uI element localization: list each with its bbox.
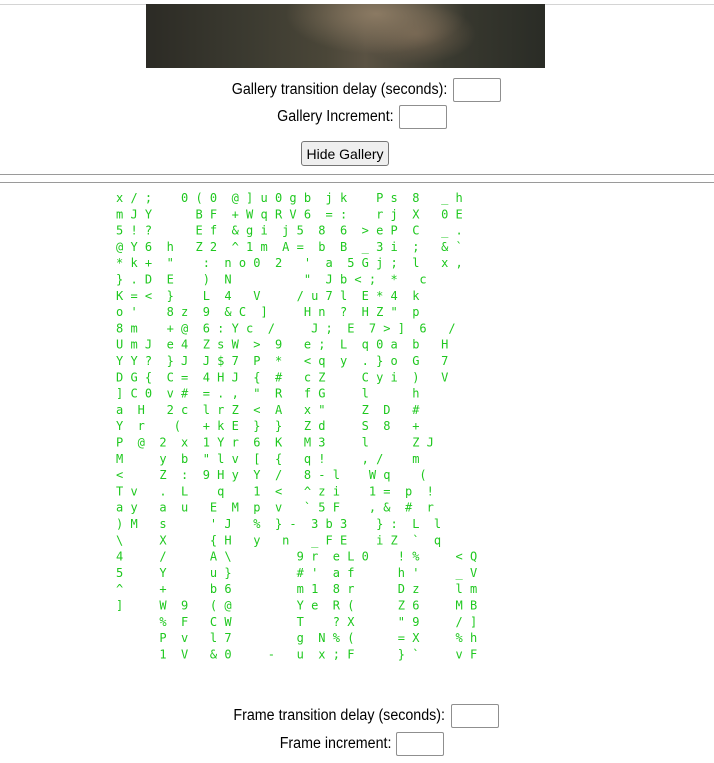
frame-increment-label: Frame increment:: [279, 735, 392, 752]
matrix-rain-line: 5 ! ? E f & g i j 5 8 6 > e P C _ .: [116, 224, 463, 238]
matrix-rain-line: U m J e 4 Z s W > 9 e ; L q 0 a b H: [116, 338, 448, 352]
matrix-rain-line: M y b " l v [ { q ! , / m: [116, 452, 419, 466]
matrix-rain-line: a H 2 c l r Z < A x " Z D #: [116, 403, 420, 417]
matrix-rain-line: % F C W T ? X " 9 / ]: [116, 615, 477, 629]
gallery-increment-row: Gallery Increment:: [0, 104, 714, 130]
matrix-rain-line: 8 m + @ 6 : Y c / J ; E 7 > ] 6 /: [116, 321, 456, 335]
matrix-rain-line: ^ + b 6 m 1 8 r D z l m: [116, 582, 477, 596]
matrix-rain-line: P v l 7 g N % ( = X % h: [116, 631, 477, 645]
gallery-increment-label: Gallery Increment:: [277, 108, 394, 125]
matrix-rain-line: } . D E ) N " J b < ; * c: [116, 273, 427, 287]
matrix-rain-line: Y r ( + k E } } Z d S 8 +: [116, 419, 419, 433]
gallery-delay-input[interactable]: [452, 78, 501, 102]
gallery-divider-top: [0, 174, 714, 175]
matrix-rain-line: P @ 2 x 1 Y r 6 K M 3 l Z J: [116, 436, 434, 450]
frame-increment-row: Frame increment:: [0, 731, 714, 757]
matrix-rain-line: m J Y B F + W q R V 6 = : r j X 0 E: [116, 207, 463, 221]
matrix-rain-line: * k + " : n o 0 2 ' a 5 G j ; l x ,: [116, 256, 463, 270]
matrix-rain-line: ) M s ' J % } - 3 b 3 } : L l: [116, 517, 441, 531]
matrix-rain-line: \ X { H y n _ F E i Z ` q: [116, 533, 441, 547]
gallery-divider-bottom: [0, 182, 714, 183]
gallery-delay-label: Gallery transition delay (seconds):: [232, 81, 448, 98]
matrix-rain-line: ] W 9 ( @ Y e R ( Z 6 M B: [116, 599, 477, 613]
matrix-rain-line: x / ; 0 ( 0 @ ] u 0 g b j k P s 8 _ h: [116, 191, 463, 205]
matrix-rain-line: ] C 0 v # = . , " R f G l h: [116, 387, 419, 401]
matrix-rain-line: T v . L q 1 < ^ z i 1 = p !: [116, 484, 434, 498]
matrix-rain-line: D G { C = 4 H J { # c Z C y i ) V: [116, 370, 448, 384]
frame-delay-input[interactable]: [450, 704, 499, 728]
matrix-rain-line: @ Y 6 h Z 2 ^ 1 m A = b B _ 3 i ; & `: [116, 240, 463, 254]
matrix-rain-line: K = < } L 4 V / u 7 l E * 4 k: [116, 289, 420, 303]
matrix-rain-line: 1 V & 0 - u x ; F } ` v F: [116, 647, 477, 661]
gallery-image: [146, 4, 545, 68]
frame-increment-input[interactable]: [396, 732, 445, 756]
matrix-rain-line: 5 Y u } # ' a f h ' _ V: [116, 566, 477, 580]
matrix-rain-line: o ' 8 z 9 & C ] H n ? H Z " p: [116, 305, 419, 319]
matrix-rain-canvas: x / ; 0 ( 0 @ ] u 0 g b j k P s 8 _ h m J…: [116, 191, 477, 661]
matrix-rain-line: Y Y ? } J J $ 7 P * < q y . } o G 7: [116, 354, 448, 368]
matrix-rain-line: 4 / A \ 9 r e L 0 ! % < Q: [116, 550, 477, 564]
frame-delay-row: Frame transition delay (seconds):: [0, 703, 714, 729]
gallery-increment-input[interactable]: [398, 105, 447, 129]
matrix-rain-line: < Z : 9 H y Y / 8 - l W q (: [116, 468, 427, 482]
matrix-rain-line: a y a u E M p v ` 5 F , & # r: [116, 501, 434, 515]
frame-delay-label: Frame transition delay (seconds):: [233, 707, 446, 724]
hide-gallery-button[interactable]: Hide Gallery: [301, 141, 389, 166]
gallery-delay-row: Gallery transition delay (seconds):: [0, 77, 714, 103]
